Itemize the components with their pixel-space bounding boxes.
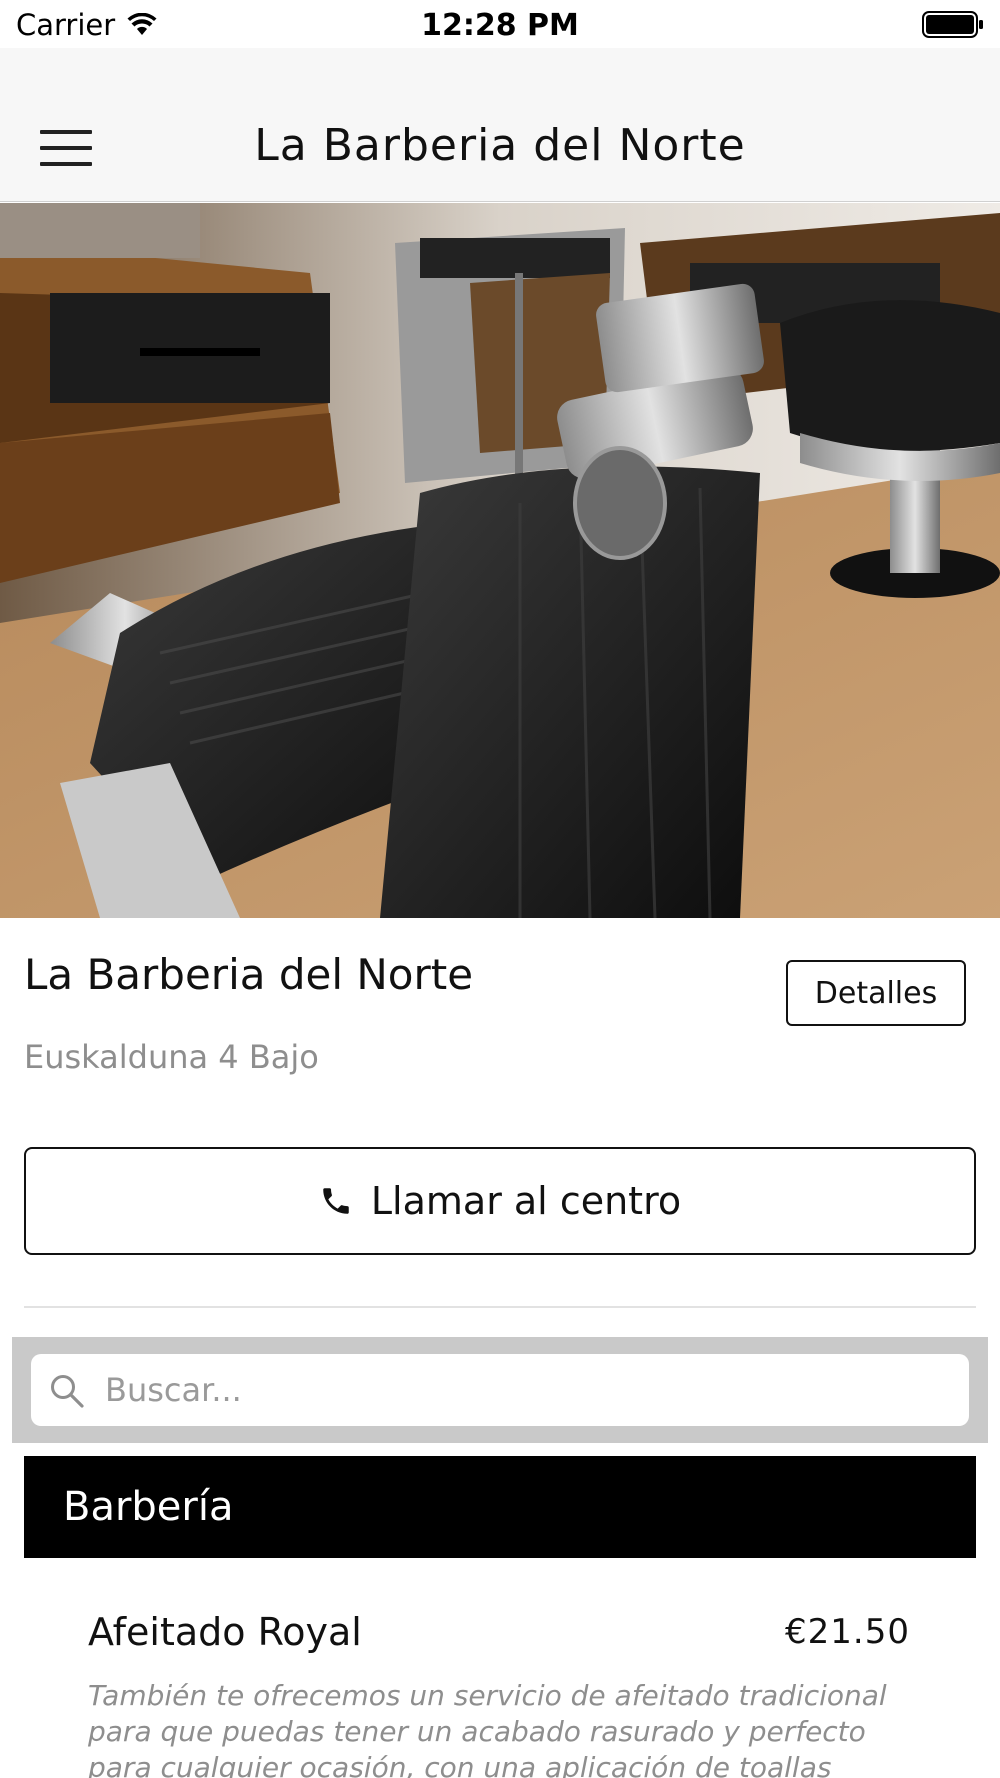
search-bar [12, 1337, 988, 1443]
battery-icon [922, 11, 983, 38]
barber-shop-photo [0, 203, 1000, 918]
service-description: También te ofrecemos un servicio de afei… [88, 1679, 887, 1778]
details-button[interactable]: Detalles [786, 960, 966, 1026]
status-bar: Carrier 12:28 PM [0, 0, 1000, 48]
status-time: 12:28 PM [421, 8, 579, 43]
nav-title: La Barberia del Norte [254, 120, 746, 171]
navigation-bar: La Barberia del Norte [0, 48, 1000, 202]
business-address: Euskalduna 4 Bajo [24, 1038, 319, 1076]
phone-icon [323, 1188, 349, 1214]
search-field[interactable] [31, 1354, 969, 1426]
service-title: Afeitado Royal [88, 1610, 362, 1654]
hero-image [0, 203, 1000, 918]
business-name: La Barberia del Norte [24, 950, 474, 999]
category-header[interactable]: Barbería [24, 1456, 976, 1558]
service-price: €21.50 [785, 1612, 910, 1652]
call-center-button[interactable]: Llamar al centro [24, 1147, 976, 1255]
call-button-label: Llamar al centro [370, 1179, 682, 1223]
search-icon [51, 1375, 84, 1408]
section-divider [24, 1306, 976, 1308]
category-title: Barbería [63, 1484, 234, 1530]
search-input[interactable] [105, 1364, 945, 1416]
